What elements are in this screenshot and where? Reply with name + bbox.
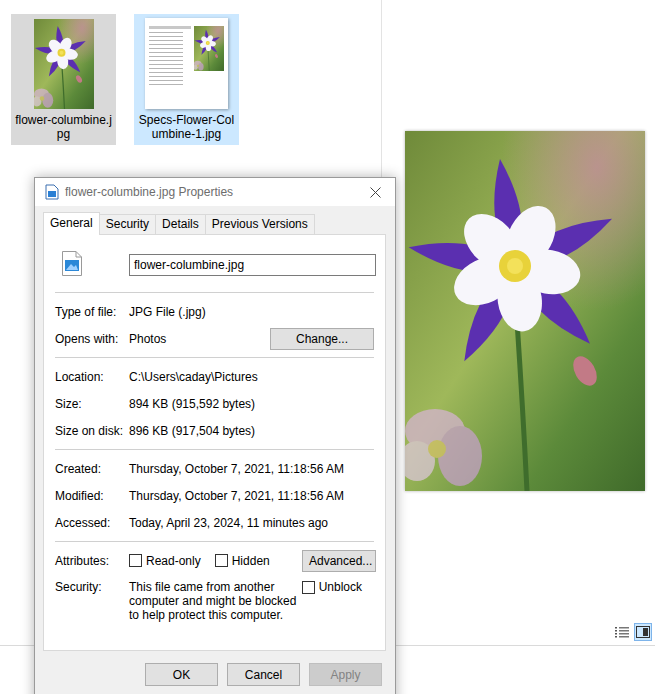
checkbox-label: Read-only: [146, 554, 201, 568]
title-bar: flower-columbine.jpg Properties: [35, 178, 395, 206]
unblock-checkbox[interactable]: [302, 581, 315, 594]
checkbox-label: Unblock: [319, 580, 362, 594]
tab[interactable]: Details: [155, 214, 206, 234]
advanced-button[interactable]: Advanced...: [302, 550, 376, 572]
security-row: Security: This file came from another co…: [55, 574, 374, 622]
property-label: Type of file:: [55, 305, 129, 319]
separator: [55, 541, 374, 542]
blurred-flower: [34, 88, 53, 107]
document-thumbnail: [145, 18, 228, 109]
property-group: Type of file: JPG File (.jpg) Opens with…: [55, 293, 374, 357]
columbine-flower: [406, 157, 617, 367]
security-message: This file came from another computer and…: [129, 580, 297, 622]
property-label: Size:: [55, 397, 129, 411]
view-mode-button[interactable]: [634, 623, 652, 641]
columbine-flower: [194, 29, 220, 55]
property-row: Size: 894 KB (915,592 bytes): [55, 390, 374, 417]
property-row: Opens with: Photos Change...: [55, 325, 374, 352]
file-icon: [45, 184, 59, 200]
checkbox-label: Hidden: [232, 554, 270, 568]
close-icon: [370, 187, 381, 198]
property-label: Accessed:: [55, 516, 129, 530]
photo-background: [405, 131, 645, 491]
separator: [55, 449, 374, 450]
document-photo: [194, 26, 224, 71]
property-row: Type of file: JPG File (.jpg): [55, 298, 374, 325]
dialog-button[interactable]: Apply: [309, 663, 382, 686]
property-row: Modified: Thursday, October 7, 2021, 11:…: [55, 482, 374, 509]
dialog-button[interactable]: OK: [145, 663, 218, 686]
property-label: Created:: [55, 462, 129, 476]
stem: [208, 50, 209, 71]
dialog-buttons: OK Cancel Apply: [43, 651, 386, 686]
property-label: Attributes:: [55, 554, 129, 568]
close-button[interactable]: [355, 178, 395, 206]
property-label: Modified:: [55, 489, 129, 503]
property-label: Security:: [55, 580, 129, 594]
property-value: Thursday, October 7, 2021, 11:18:56 AM: [129, 462, 374, 476]
attributes-row: Attributes: Read-only Hidden Advanced...: [55, 547, 374, 574]
property-value: 896 KB (917,504 bytes): [129, 424, 374, 438]
attribute-option[interactable]: Hidden: [215, 554, 270, 568]
property-value: Today, April 23, 2024, 11 minutes ago: [129, 516, 374, 530]
columbine-flower: [34, 25, 87, 78]
property-row: Size on disk: 896 KB (917,504 bytes): [55, 417, 374, 444]
property-value: JPG File (.jpg): [129, 305, 374, 319]
image-file-icon: [62, 251, 82, 276]
photo-thumbnail: [34, 19, 94, 109]
view-modes: [613, 623, 655, 645]
preview-pane: [382, 0, 655, 645]
property-label: Size on disk:: [55, 424, 129, 438]
property-value: C:\Users\caday\Pictures: [129, 370, 374, 384]
file-name: flower-columbine.jpg: [14, 113, 114, 141]
details-view-icon: [614, 625, 630, 639]
tab[interactable]: Security: [99, 214, 156, 234]
property-row: Created: Thursday, October 7, 2021, 11:1…: [55, 455, 374, 482]
file-name: Specs-Flower-Columbine-1.jpg: [137, 113, 237, 141]
dialog-button[interactable]: Cancel: [227, 663, 300, 686]
general-panel: flower-columbine.jpg Type of file: JPG F…: [43, 234, 386, 651]
property-row: Location: C:\Users\caday\Pictures: [55, 363, 374, 390]
tab-bar: GeneralSecurityDetailsPrevious Versions: [43, 212, 386, 234]
property-value: 894 KB (915,592 bytes): [129, 397, 374, 411]
property-label: Opens with:: [55, 332, 129, 346]
change-button[interactable]: Change...: [270, 328, 374, 350]
attribute-option[interactable]: Read-only: [129, 554, 201, 568]
file-item[interactable]: Specs-Flower-Columbine-1.jpg: [134, 14, 239, 145]
blurred-flower: [194, 61, 204, 71]
separator: [55, 292, 374, 293]
file-thumbnail: [34, 18, 94, 109]
properties-dialog: flower-columbine.jpg Properties GeneralS…: [34, 177, 396, 694]
window-title: flower-columbine.jpg Properties: [65, 185, 349, 199]
preview-photo: [405, 131, 645, 491]
property-value: Photos: [129, 332, 270, 346]
blurred-flower: [405, 409, 482, 486]
property-label: Location:: [55, 370, 129, 384]
view-mode-button[interactable]: [613, 623, 631, 641]
file-name-field[interactable]: flower-columbine.jpg: [129, 254, 376, 276]
attribute-checkbox[interactable]: [129, 554, 142, 567]
photo-background: [34, 19, 94, 109]
stem: [62, 66, 65, 109]
screen: flower-columbine.jpg Specs-Flower-Columb…: [0, 0, 655, 694]
property-group: Location: C:\Users\caday\Pictures Size: …: [55, 358, 374, 449]
tab[interactable]: General: [43, 212, 100, 235]
file-item[interactable]: flower-columbine.jpg: [11, 14, 116, 145]
separator: [55, 357, 374, 358]
property-row: Accessed: Today, April 23, 2024, 11 minu…: [55, 509, 374, 536]
attribute-checkbox[interactable]: [215, 554, 228, 567]
property-group: Created: Thursday, October 7, 2021, 11:1…: [55, 450, 374, 541]
preview-view-icon: [635, 625, 651, 639]
unblock-option[interactable]: Unblock: [302, 580, 362, 594]
property-value: Thursday, October 7, 2021, 11:18:56 AM: [129, 489, 374, 503]
tab[interactable]: Previous Versions: [205, 214, 315, 234]
file-thumbnail: [145, 18, 228, 109]
stem: [517, 321, 527, 491]
photo-background: [194, 26, 224, 71]
